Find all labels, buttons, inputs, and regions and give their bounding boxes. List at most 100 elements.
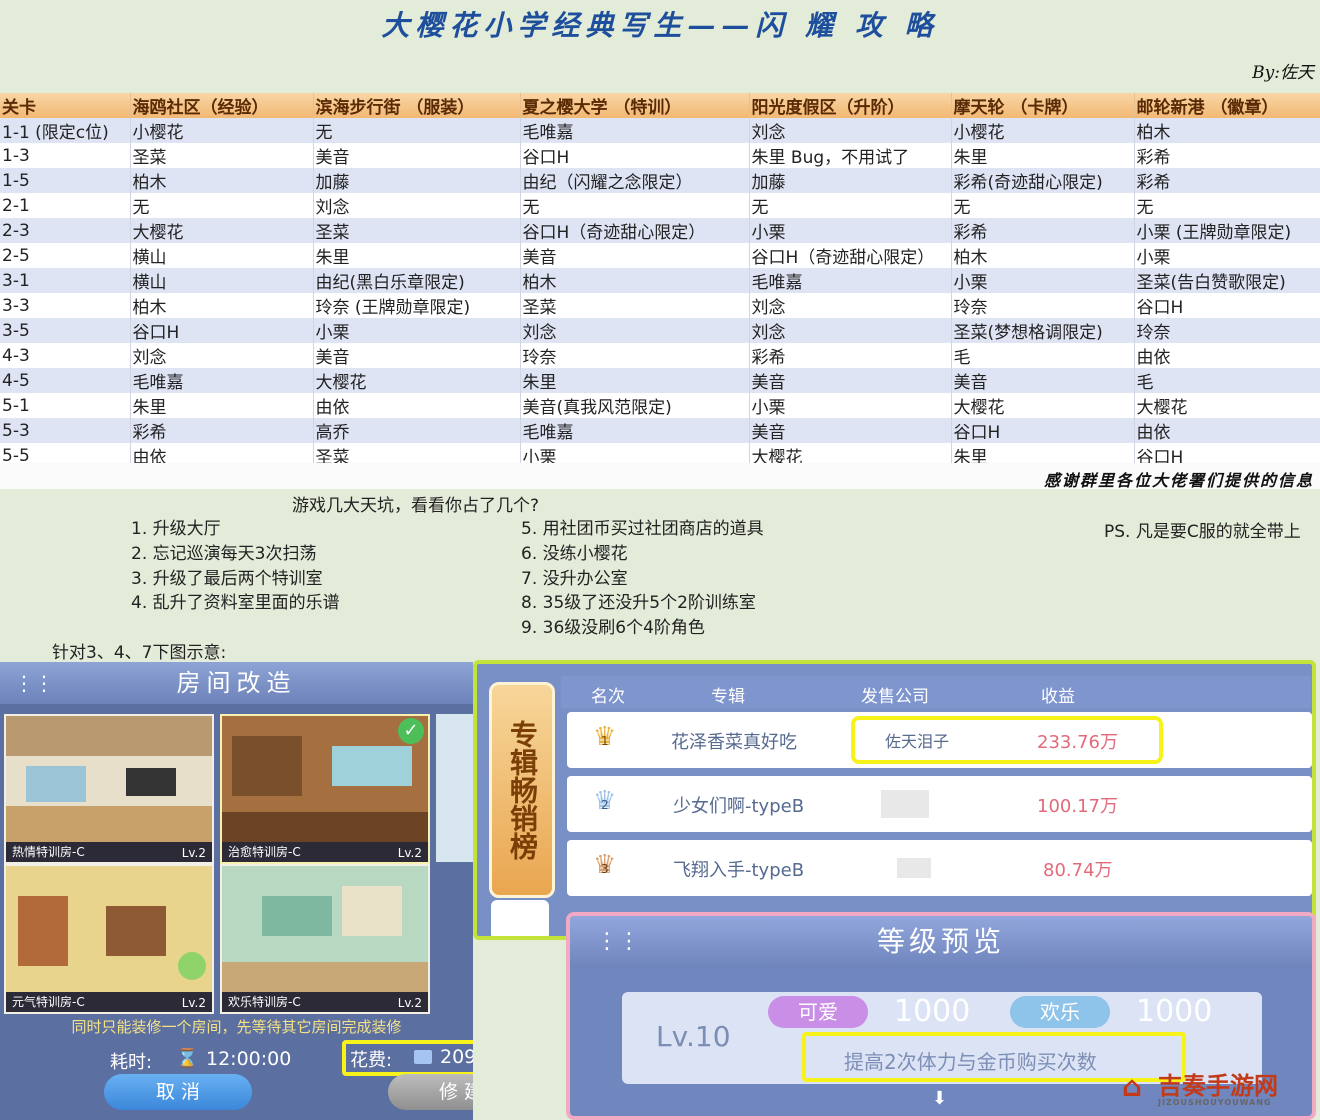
table-cell: 4-5 — [0, 368, 131, 393]
room-image — [6, 866, 212, 992]
table-cell: 大樱花 — [130, 218, 314, 243]
tab-secondary[interactable] — [491, 900, 549, 936]
blurred-company — [897, 858, 931, 878]
watermark-logo-icon: ⌂ — [1122, 1070, 1143, 1103]
room-level: Lv.2 — [397, 846, 422, 860]
table-row: 3-1 横山 由纪(黑白乐章限定) 柏木 毛唯嘉 小栗 圣菜(告白赞歌限定) — [0, 268, 1320, 293]
table-cell: 由纪（闪耀之念限定） — [520, 168, 750, 193]
room-card[interactable]: 欢乐特训房-C Lv.2 — [220, 864, 430, 1014]
caption: 针对3、4、7下图示意: — [52, 643, 227, 663]
notes-right-list: 5. 用社团币买过社团商店的道具 6. 没练小樱花 7. 没升办公室 8. 35… — [521, 517, 764, 641]
watermark-name: 吉奏手游网 — [1158, 1072, 1278, 1100]
room-card[interactable]: 热情特训房-C Lv.2 — [4, 714, 214, 864]
ranking-row[interactable]: ♛ 3 飞翔入手-typeB 80.74万 — [567, 840, 1312, 896]
table-cell: 大樱花 — [313, 368, 521, 393]
table-cell: 朱里 — [130, 393, 314, 418]
grid-menu-icon[interactable]: ⋮⋮ — [14, 662, 54, 704]
col-rank: 名次 — [591, 687, 625, 707]
table-cell: 谷口H（奇迹甜心限定） — [749, 243, 952, 268]
table-row: 5-3 彩希 高乔 毛唯嘉 美音 谷口H 由依 — [0, 418, 1320, 443]
table-cell: 无 — [1134, 193, 1320, 218]
table-cell: 柏木 — [951, 243, 1135, 268]
col-company: 发售公司 — [861, 687, 929, 707]
column-header: 滨海步行街 （服装） — [313, 93, 521, 118]
level-panel-header: ⋮⋮ 等级预览 — [570, 916, 1312, 968]
level-label: Lv.10 — [656, 1020, 731, 1053]
list-item: 2. 忘记巡演每天3次扫荡 — [131, 543, 317, 564]
ps-note: PS. 凡是要C服的就全带上 — [1104, 522, 1301, 542]
highlight-box — [851, 716, 1163, 764]
table-cell: 2-5 — [0, 243, 131, 268]
blurred-company — [881, 790, 929, 818]
table-cell: 加藤 — [313, 168, 521, 193]
room-card[interactable]: 元气特训房-C Lv.2 — [4, 864, 214, 1014]
table-cell: 毛 — [1134, 368, 1320, 393]
table-cell: 谷口H — [520, 143, 750, 168]
value-cute: 1000 — [894, 994, 971, 1029]
notes-heading: 游戏几大天坑，看看你占了几个? — [292, 496, 540, 516]
list-item: 4. 乱升了资料室里面的乐谱 — [131, 593, 340, 614]
table-cell: 横山 — [130, 243, 314, 268]
table-cell: 谷口H — [1134, 293, 1320, 318]
table-cell: 3-1 — [0, 268, 131, 293]
site-watermark: ⌂ 吉奏手游网 JIZOUSHOUYOUWANG — [1122, 1066, 1308, 1116]
room-level: Lv.2 — [181, 996, 206, 1010]
level-panel-title: 等级预览 — [876, 925, 1005, 958]
build-button[interactable]: 修 建 — [388, 1074, 473, 1110]
cost-value: 209/200 — [440, 1046, 473, 1068]
table-row: 4-3 刘念 美音 玲奈 彩希毛由依 — [0, 343, 1320, 368]
table-cell: 刘念 — [130, 343, 314, 368]
ranking-row[interactable]: ♛ 1 花泽香菜真好吃 佐天泪子 233.76万 — [567, 712, 1312, 768]
room-card-selected[interactable]: 治愈特训房-C Lv.2 ✓ — [220, 714, 430, 864]
table-cell: 横山 — [130, 268, 314, 293]
column-header: 阳光度假区（升阶） — [749, 93, 952, 118]
list-item: 9. 36级没刷6个4阶角色 — [521, 618, 705, 639]
room-level: Lv.2 — [397, 996, 422, 1010]
table-cell: 彩希 — [951, 218, 1135, 243]
table-cell: 小栗 — [1134, 243, 1320, 268]
table-cell: 圣菜 — [313, 218, 521, 243]
album-name: 少女们啊-typeB — [673, 796, 805, 817]
notes-left-list: 1. 升级大厅 2. 忘记巡演每天3次扫荡 3. 升级了最后两个特训室 4. 乱… — [131, 517, 340, 616]
column-header: 摩天轮 （卡牌） — [951, 93, 1135, 118]
table-cell: 由依 — [1134, 418, 1320, 443]
table-cell: 彩希 — [130, 418, 314, 443]
room-image — [222, 716, 428, 842]
table-cell: 毛唯嘉 — [749, 268, 952, 293]
cancel-button[interactable]: 取 消 — [104, 1074, 252, 1110]
list-item: 6. 没练小樱花 — [521, 543, 628, 564]
table-cell: 美音(真我风范限定) — [520, 393, 750, 418]
list-item: 1. 升级大厅 — [131, 519, 221, 539]
table-cell: 无 — [313, 118, 521, 143]
table-cell: 彩希 — [1134, 168, 1320, 193]
ranking-tab[interactable]: 专辑畅销榜 — [489, 682, 555, 898]
ranking-row[interactable]: ♛ 2 少女们啊-typeB 100.17万 — [567, 776, 1312, 832]
table-cell: 4-3 — [0, 343, 131, 368]
table-cell: 无 — [951, 193, 1135, 218]
tag-cute: 可爱 — [768, 996, 868, 1028]
table-row: 5-1 朱里 由依 美音(真我风范限定) 小栗 大樱花 大樱花 — [0, 393, 1320, 418]
table-cell: 毛 — [951, 343, 1135, 368]
room-remodel-panel: ⋮⋮ 房间改造 热情特训房-C Lv.2 治愈特训房-C Lv.2 ✓ 元气特训… — [0, 662, 473, 1120]
col-album: 专辑 — [711, 687, 745, 707]
hourglass-icon: ⌛ — [176, 1048, 199, 1069]
table-cell: 刘念 — [749, 293, 952, 318]
table-cell: 刘念 — [749, 118, 952, 143]
table-cell: 朱里 Bug，不用试了 — [749, 143, 952, 168]
table-cell: 小栗 — [313, 318, 521, 343]
column-header: 邮轮新港 （徽章） — [1134, 93, 1320, 118]
table-cell: 柏木 — [520, 268, 750, 293]
album-name: 花泽香菜真好吃 — [671, 732, 797, 753]
room-image — [6, 716, 212, 842]
grid-menu-icon[interactable]: ⋮⋮ — [596, 916, 640, 968]
table-cell: 玲奈 — [951, 293, 1135, 318]
room-notice: 同时只能装修一个房间，先等待其它房间完成装修 — [71, 1018, 402, 1036]
ticket-icon — [414, 1050, 432, 1064]
table-cell: 谷口H（奇迹甜心限定） — [520, 218, 750, 243]
thanks-note: 感谢群里各位大佬署们提供的信息 — [1043, 471, 1314, 490]
room-card-partial[interactable] — [436, 714, 473, 862]
table-cell: 小栗 (王牌勋章限定) — [1134, 218, 1320, 243]
table-cell: 圣菜(梦想格调限定) — [951, 318, 1135, 343]
table-cell: 5-3 — [0, 418, 131, 443]
value-fun: 1000 — [1136, 994, 1213, 1029]
